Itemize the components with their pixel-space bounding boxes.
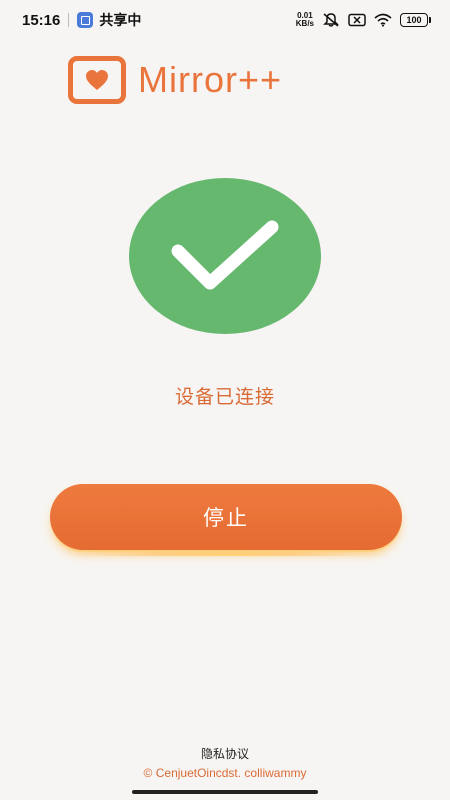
wifi-icon (374, 13, 392, 27)
home-indicator[interactable] (132, 790, 318, 794)
heart-logo-icon (68, 56, 126, 104)
sim-off-icon (348, 13, 366, 27)
app-name: Mirror++ (138, 59, 283, 100)
connection-status-circle (129, 178, 321, 334)
battery-icon: 100 (400, 13, 431, 27)
share-screen-icon (77, 12, 94, 28)
network-speed-unit: KB/s (295, 19, 314, 28)
status-divider (68, 13, 70, 27)
status-icons: 0.01 KB/s 100 (296, 12, 431, 28)
screen-share-indicator[interactable]: 共享中 (77, 10, 141, 30)
connection-status-text: 设备已连接 (174, 386, 275, 408)
stop-button[interactable]: 停止 (50, 484, 402, 550)
check-icon (171, 220, 279, 290)
status-time: 15:16 (22, 11, 61, 29)
app-brand: Mirror++ (68, 56, 282, 104)
status-bar: 15:16 共享中 0.01 KB/s 100 (0, 0, 450, 40)
privacy-policy-link[interactable]: 隐私协议 (0, 745, 450, 762)
share-status-label: 共享中 (99, 13, 142, 29)
mute-icon (323, 13, 339, 27)
copyright-text: © CenjuetOincdst. colliwammy (143, 766, 307, 780)
network-speed: 0.01 KB/s (296, 12, 314, 28)
